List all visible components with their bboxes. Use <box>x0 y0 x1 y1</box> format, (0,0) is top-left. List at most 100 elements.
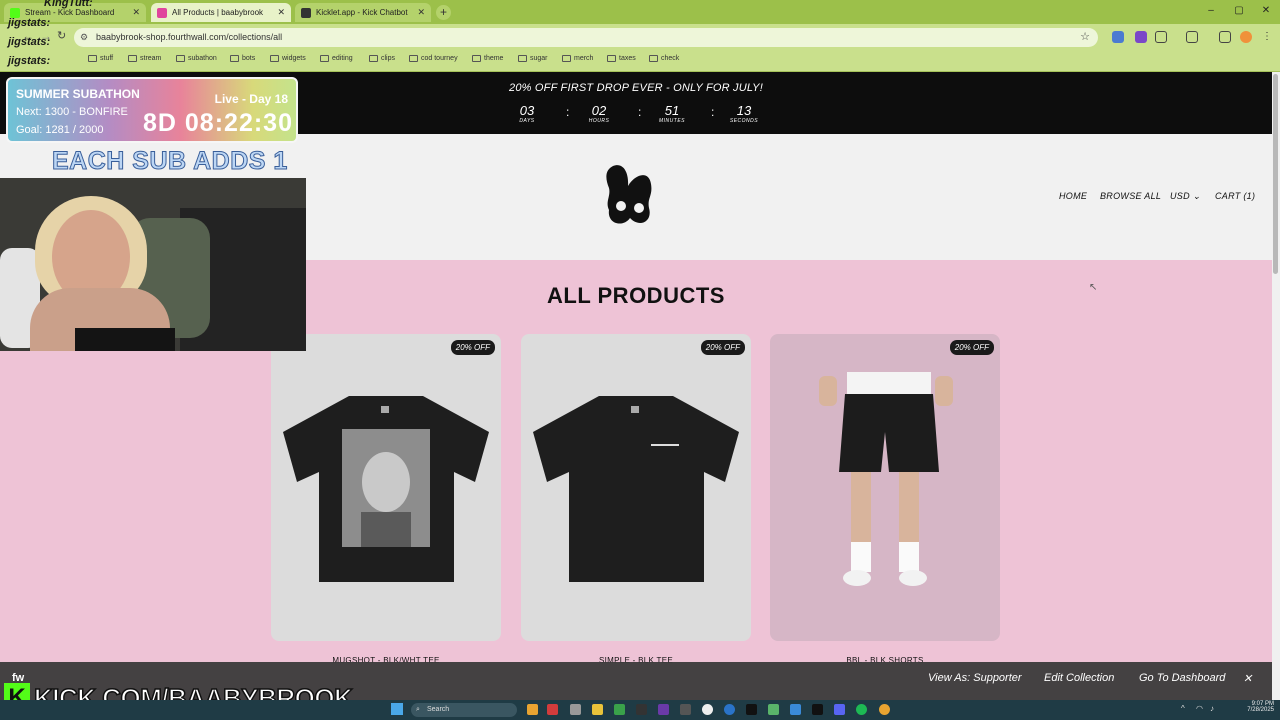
folder-icon <box>270 55 279 62</box>
chevron-down-icon: ⌄ <box>1192 191 1201 201</box>
bookmark-clips[interactable]: clips <box>369 55 395 62</box>
url-bar[interactable]: ⚙ baabybrook-shop.fourthwall.com/collect… <box>74 28 1098 47</box>
bookmark-bots[interactable]: bots <box>230 55 255 62</box>
tab-kicklet[interactable]: Kicklet.app - Kick Chatbot ✕ <box>295 3 431 22</box>
file-explorer-icon[interactable] <box>592 704 603 715</box>
black-tshirt-image <box>533 396 739 582</box>
taskbar-search[interactable]: ⌕ Search <box>411 703 517 717</box>
product-card-simple[interactable]: 20% OFF <box>521 334 751 641</box>
more-icon[interactable]: ⋮ <box>1262 31 1274 43</box>
bookmark-check[interactable]: check <box>649 55 679 62</box>
reload-icon[interactable]: ↻ <box>57 29 66 42</box>
profile-avatar[interactable] <box>1240 31 1252 43</box>
minimize-icon[interactable]: – <box>1203 5 1219 16</box>
bookmark-sugar[interactable]: sugar <box>518 55 548 62</box>
puzzle-icon[interactable] <box>1155 31 1167 43</box>
chrome-icon[interactable] <box>527 704 538 715</box>
app-icon[interactable] <box>570 704 581 715</box>
black-shorts-image <box>819 372 953 586</box>
bookmark-theme[interactable]: theme <box>472 55 503 62</box>
currency-selector[interactable]: USD ⌄ <box>1170 191 1201 202</box>
tiktok-icon[interactable] <box>812 704 823 715</box>
folder-icon <box>369 55 378 62</box>
nav-browse-all-link[interactable]: BROWSE ALL <box>1100 191 1161 201</box>
folder-icon <box>320 55 329 62</box>
kick-favicon-icon <box>10 7 20 18</box>
bookmark-merch[interactable]: merch <box>562 55 593 62</box>
discount-badge: 20% OFF <box>949 340 994 355</box>
bookmark-taxes[interactable]: taxes <box>607 55 636 62</box>
app-icon[interactable] <box>746 704 757 715</box>
search-icon: ⌕ <box>416 706 420 713</box>
app-icon[interactable] <box>547 704 558 715</box>
folder-icon <box>649 55 658 62</box>
app-icon[interactable] <box>768 704 779 715</box>
bookmark-widgets[interactable]: widgets <box>270 55 306 62</box>
bookmark-editing[interactable]: editing <box>320 55 353 62</box>
maximize-icon[interactable]: ▢ <box>1231 5 1247 16</box>
app-icon[interactable] <box>636 704 647 715</box>
subathon-timer: 8D 08:22:30 <box>143 109 293 137</box>
app-icon[interactable] <box>724 704 735 715</box>
scrollbar-thumb[interactable] <box>1273 74 1278 274</box>
cursor-icon: ↖ <box>1089 282 1098 293</box>
close-icon[interactable]: ✕ <box>1243 672 1252 685</box>
extension-icon[interactable] <box>1112 31 1124 43</box>
nav-cart-link[interactable]: CART (1) <box>1215 191 1255 201</box>
app-icon[interactable] <box>680 704 691 715</box>
bookmark-cod-tourney[interactable]: cod tourney <box>409 55 458 62</box>
discount-badge: 20% OFF <box>700 340 745 355</box>
product-card-mugshot[interactable]: 20% OFF <box>271 334 501 641</box>
folder-icon <box>128 55 137 62</box>
brand-logo[interactable] <box>603 162 657 228</box>
close-tab-icon[interactable]: ✕ <box>277 7 285 18</box>
each-sub-text: EACH SUB ADDS 1 <box>52 147 288 176</box>
folder-icon <box>562 55 571 62</box>
shop-favicon-icon <box>157 7 167 18</box>
folder-icon <box>472 55 481 62</box>
app-icon[interactable] <box>790 704 801 715</box>
discord-icon[interactable] <box>834 704 845 715</box>
spotify-icon[interactable] <box>856 704 867 715</box>
webcam-feed <box>0 178 306 351</box>
volume-icon[interactable]: ♪ <box>1210 704 1214 713</box>
sidebar-icon[interactable] <box>1186 31 1198 43</box>
edit-collection-button[interactable]: Edit Collection <box>1044 672 1114 684</box>
subathon-widget: SUMMER SUBATHON Live - Day 18 Next: 1300… <box>6 77 298 143</box>
close-tab-icon[interactable]: ✕ <box>132 7 140 18</box>
close-tab-icon[interactable]: ✕ <box>417 7 425 18</box>
product-card-shorts[interactable]: 20% OFF <box>770 334 1000 641</box>
close-window-icon[interactable]: ✕ <box>1258 5 1274 16</box>
folder-icon <box>230 55 239 62</box>
countdown-minutes: 51 MINUTES <box>659 103 685 124</box>
discount-badge: 20% OFF <box>450 340 495 355</box>
nvidia-icon[interactable] <box>614 704 625 715</box>
bookmark-subathon[interactable]: subathon <box>176 55 217 62</box>
countdown-days: 03 DAYS <box>519 103 535 124</box>
windows-start-icon[interactable] <box>391 703 403 715</box>
countdown-seconds: 13 SECONDS <box>729 103 759 124</box>
wifi-icon[interactable]: ◠ <box>1196 704 1203 713</box>
tab-all-products[interactable]: All Products | baabybrook ✕ <box>151 3 291 22</box>
new-tab-button[interactable]: + <box>436 5 451 20</box>
countdown-hours: 02 HOURS <box>588 103 610 124</box>
app-icon[interactable] <box>658 704 669 715</box>
go-to-dashboard-button[interactable]: Go To Dashboard <box>1139 672 1225 684</box>
kicklet-favicon-icon <box>301 7 311 18</box>
chrome-icon[interactable] <box>879 704 890 715</box>
black-tshirt-image <box>283 396 489 582</box>
clock[interactable]: 9:07 PM 7/28/2025 <box>1244 701 1274 713</box>
folder-icon <box>88 55 97 62</box>
folder-icon <box>607 55 616 62</box>
site-info-icon[interactable]: ⚙ <box>80 28 88 47</box>
folder-icon <box>409 55 418 62</box>
bookmark-stuff[interactable]: stuff <box>88 55 113 62</box>
twitch-extension-icon[interactable] <box>1135 31 1147 43</box>
bookmark-stream[interactable]: stream <box>128 55 161 62</box>
tray-chevron-icon[interactable]: ^ <box>1181 704 1185 713</box>
view-as-supporter-button[interactable]: View As: Supporter <box>928 672 1022 684</box>
bookmark-star-icon[interactable]: ☆ <box>1080 28 1090 47</box>
obs-icon[interactable] <box>702 704 713 715</box>
nav-home-link[interactable]: HOME <box>1059 191 1087 201</box>
menu-icon[interactable] <box>1219 31 1231 43</box>
